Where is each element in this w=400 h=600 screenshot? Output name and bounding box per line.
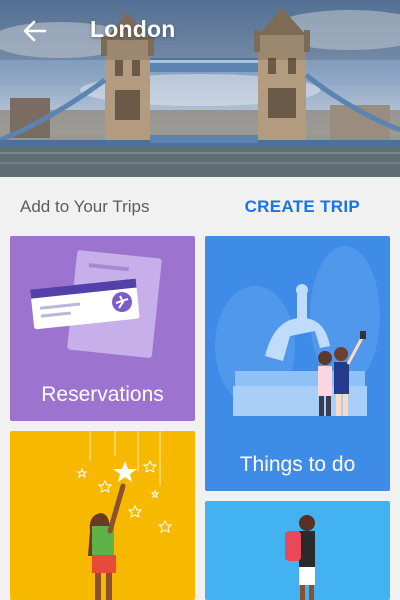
hero-image: London xyxy=(0,0,400,177)
yellow-card[interactable] xyxy=(10,431,195,600)
card-label: Reservations xyxy=(41,383,164,406)
stars-reaching-icon xyxy=(76,431,173,600)
page-title: London xyxy=(90,16,176,42)
back-button[interactable] xyxy=(18,16,52,46)
things-to-do-card[interactable]: Things to do xyxy=(205,236,390,491)
arrow-left-icon xyxy=(23,20,47,42)
card-label: Things to do xyxy=(239,453,356,476)
walking-traveler-icon xyxy=(285,515,315,600)
tower-bridge-photo xyxy=(0,0,400,177)
trips-section-header: Add to Your Trips CREATE TRIP xyxy=(0,177,400,235)
light-blue-card[interactable] xyxy=(205,501,390,600)
create-trip-button[interactable]: CREATE TRIP xyxy=(245,197,360,217)
reservations-card[interactable]: Reservations xyxy=(10,236,195,421)
section-label: Add to Your Trips xyxy=(20,197,150,216)
